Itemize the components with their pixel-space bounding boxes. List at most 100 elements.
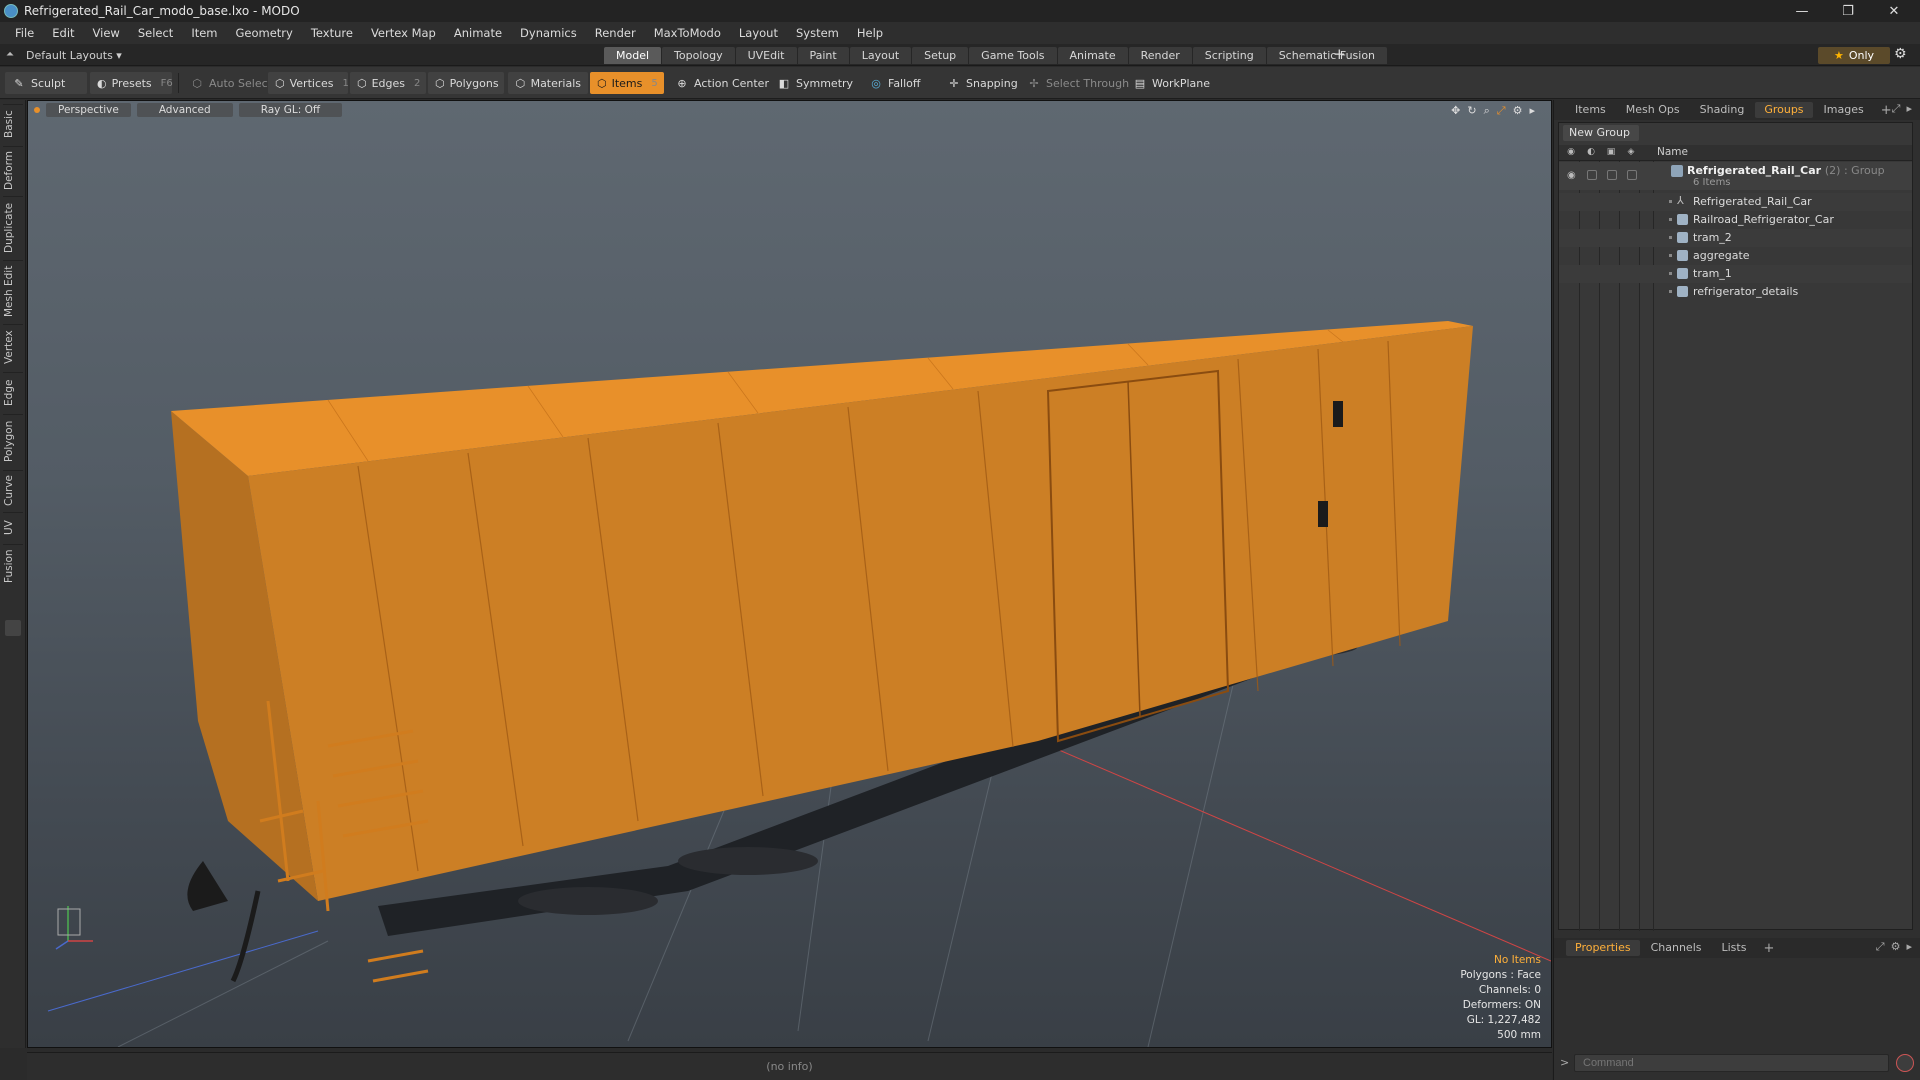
tab-items[interactable]: Items — [1566, 102, 1615, 118]
menu-item[interactable]: Item — [182, 22, 226, 44]
viewport-gear-icon[interactable]: ⚙ — [1513, 104, 1523, 118]
expand-bottom-icon[interactable]: ⤢ — [1876, 940, 1885, 954]
menu-maxtomodo[interactable]: MaxToModo — [645, 22, 730, 44]
rotate-view-icon[interactable]: ↻ — [1467, 104, 1476, 118]
tab-render[interactable]: Render — [1128, 47, 1192, 64]
command-history-button[interactable] — [1896, 1054, 1914, 1072]
menu-vertex-map[interactable]: Vertex Map — [362, 22, 445, 44]
tab-duplicate[interactable]: Duplicate — [3, 196, 23, 258]
tab-shading[interactable]: Shading — [1691, 102, 1754, 118]
lock-toggle[interactable] — [1607, 170, 1617, 180]
layout-switcher[interactable]: ⏶ Default Layouts ▾ — [6, 47, 122, 63]
menu-view[interactable]: View — [84, 22, 129, 44]
falloff-button[interactable]: ◎ Falloff — [862, 72, 927, 94]
tab-model[interactable]: Model — [604, 47, 662, 64]
view-mode-dropdown[interactable]: Perspective — [46, 103, 131, 117]
tab-channels[interactable]: Channels — [1642, 940, 1711, 956]
tab-scripting[interactable]: Scripting — [1192, 47, 1266, 64]
bottom-gear-icon[interactable]: ⚙ — [1891, 940, 1901, 954]
panel-arrow-icon[interactable]: ▸ — [1906, 102, 1912, 116]
symmetry-button[interactable]: ◧ Symmetry — [770, 72, 860, 94]
bottom-arrow-icon[interactable]: ▸ — [1906, 940, 1912, 954]
viewport-options-dot[interactable] — [34, 107, 40, 113]
zoom-view-icon[interactable]: ⌕ — [1484, 104, 1490, 118]
tab-animate[interactable]: Animate — [1057, 47, 1128, 64]
snapping-button[interactable]: ✛ Snapping — [940, 72, 1025, 94]
group-row[interactable]: ◉ Refrigerated_Rail_Car (2) : Group 6 It… — [1559, 162, 1912, 190]
tab-lists[interactable]: Lists — [1713, 940, 1756, 956]
render-toggle[interactable] — [1587, 170, 1597, 180]
tab-edge[interactable]: Edge — [3, 372, 23, 412]
minimize-button[interactable]: — — [1780, 0, 1824, 22]
tab-topology[interactable]: Topology — [662, 47, 735, 64]
auto-select-button[interactable]: ⬡ Auto Select — [183, 72, 279, 94]
menu-texture[interactable]: Texture — [302, 22, 362, 44]
list-item[interactable]: refrigerator_details — [1559, 283, 1912, 301]
menu-select[interactable]: Select — [129, 22, 182, 44]
tab-uv[interactable]: UV — [3, 512, 23, 542]
tab-deform[interactable]: Deform — [3, 146, 23, 194]
list-item[interactable]: tram_1 — [1559, 265, 1912, 283]
eye-icon[interactable]: ◉ — [1567, 170, 1576, 181]
menu-layout[interactable]: Layout — [730, 22, 787, 44]
menu-edit[interactable]: Edit — [43, 22, 83, 44]
shading-dropdown[interactable]: Advanced — [136, 103, 233, 117]
restore-button[interactable]: ❐ — [1826, 0, 1870, 22]
close-button[interactable]: ✕ — [1872, 0, 1916, 22]
menu-geometry[interactable]: Geometry — [227, 22, 302, 44]
tab-curve[interactable]: Curve — [3, 470, 23, 510]
fit-view-icon[interactable]: ⤢ — [1497, 104, 1506, 118]
tab-paint[interactable]: Paint — [797, 47, 849, 64]
move-view-icon[interactable]: ✥ — [1451, 104, 1460, 118]
expand-panel-icon[interactable]: ⤢ — [1892, 102, 1901, 116]
tab-setup[interactable]: Setup — [912, 47, 969, 64]
panel-toggle-button[interactable] — [5, 620, 21, 636]
menu-file[interactable]: File — [6, 22, 43, 44]
vertices-button[interactable]: ⬡ Vertices 1 — [268, 72, 349, 94]
command-input[interactable] — [1574, 1054, 1889, 1072]
action-center-button[interactable]: ⊕ Action Center — [668, 72, 776, 94]
tab-groups[interactable]: Groups — [1755, 102, 1813, 118]
add-layout-tab-button[interactable]: + — [1333, 45, 1346, 63]
polygons-button[interactable]: ⬡ Polygons — [428, 72, 504, 94]
menu-dynamics[interactable]: Dynamics — [511, 22, 586, 44]
presets-button[interactable]: ◐ Presets F6 — [90, 72, 173, 94]
raygl-dropdown[interactable]: Ray GL: Off — [238, 103, 343, 117]
menu-system[interactable]: System — [787, 22, 848, 44]
items-button[interactable]: ⬡ Items 5 — [590, 72, 664, 94]
tab-mesh-edit[interactable]: Mesh Edit — [3, 260, 23, 322]
only-toggle[interactable]: ★ Only — [1818, 47, 1890, 64]
tab-uvedit[interactable]: UVEdit — [735, 47, 797, 64]
viewport-expand-icon[interactable]: ▸ — [1529, 104, 1535, 118]
new-group-button[interactable]: New Group — [1563, 125, 1639, 141]
tab-properties[interactable]: Properties — [1566, 940, 1640, 956]
select-column-icon[interactable]: ◈ — [1625, 147, 1637, 159]
list-item[interactable]: tram_2 — [1559, 229, 1912, 247]
edges-button[interactable]: ⬡ Edges 2 — [350, 72, 426, 94]
tab-images[interactable]: Images — [1815, 102, 1873, 118]
workplane-button[interactable]: ▤ WorkPlane — [1126, 72, 1217, 94]
tab-basic[interactable]: Basic — [3, 104, 23, 144]
add-bottom-tab-button[interactable]: + — [1757, 941, 1780, 956]
select-through-button[interactable]: ✢ Select Through — [1020, 72, 1136, 94]
list-item[interactable]: ⅄ Refrigerated_Rail_Car — [1559, 193, 1912, 211]
menu-help[interactable]: Help — [848, 22, 892, 44]
materials-button[interactable]: ⬡ Materials — [508, 72, 588, 94]
tab-layout[interactable]: Layout — [849, 47, 912, 64]
select-toggle[interactable] — [1627, 170, 1637, 180]
tab-schematic-fusion[interactable]: Schematic Fusion — [1266, 47, 1388, 64]
render-column-icon[interactable]: ◐ — [1585, 147, 1597, 159]
tab-vertex[interactable]: Vertex — [3, 324, 23, 370]
tab-game-tools[interactable]: Game Tools — [969, 47, 1057, 64]
lock-column-icon[interactable]: ▣ — [1605, 147, 1617, 159]
visibility-column-icon[interactable]: ◉ — [1565, 147, 1577, 159]
tab-polygon[interactable]: Polygon — [3, 414, 23, 468]
sculpt-button[interactable]: ✎ Sculpt — [5, 72, 87, 94]
tab-mesh-ops[interactable]: Mesh Ops — [1617, 102, 1689, 118]
list-item[interactable]: aggregate — [1559, 247, 1912, 265]
gear-icon[interactable]: ⚙ — [1894, 46, 1907, 62]
menu-render[interactable]: Render — [586, 22, 645, 44]
tab-fusion[interactable]: Fusion — [3, 544, 23, 588]
3d-viewport[interactable]: Perspective Advanced Ray GL: Off ✥ ↻ ⌕ ⤢… — [27, 100, 1552, 1048]
list-item[interactable]: Railroad_Refrigerator_Car — [1559, 211, 1912, 229]
